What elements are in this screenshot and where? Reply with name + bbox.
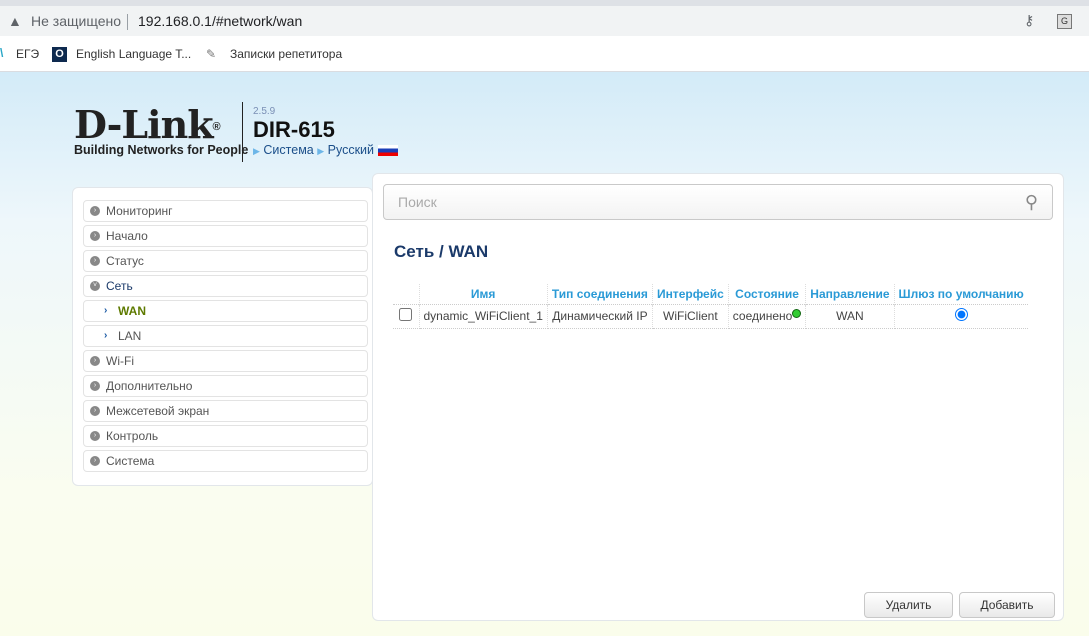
menu-system[interactable]: › Система [83, 450, 368, 472]
tagline: Building Networks for People [74, 143, 249, 157]
menu-start[interactable]: › Начало [83, 225, 368, 247]
system-link[interactable]: Система [263, 143, 313, 157]
cell-default-gateway [894, 303, 1028, 329]
column-header[interactable]: Имя [419, 284, 548, 304]
bookmark-ege[interactable]: ЕГЭ [16, 47, 39, 61]
arrow-icon: › [104, 305, 108, 316]
menu-wan[interactable]: › WAN [83, 300, 368, 322]
warning-icon[interactable]: ▲ [8, 13, 22, 29]
column-header[interactable]: Направление [805, 284, 895, 304]
default-gateway-radio[interactable] [954, 308, 968, 321]
chevron-right-icon: › [90, 356, 100, 366]
page-title: Сеть / WAN [394, 242, 489, 261]
key-icon[interactable]: ⚷ [1024, 12, 1034, 29]
pen-icon: ✎ [206, 47, 217, 61]
menu-label: Дополнительно [106, 379, 193, 393]
chevron-right-icon: › [90, 431, 100, 441]
dlink-logo[interactable]: D-Link® [74, 102, 221, 147]
menu-label: Контроль [106, 429, 159, 443]
russia-flag-icon[interactable] [377, 145, 398, 157]
menu-monitoring[interactable]: › Мониторинг [83, 200, 368, 222]
chevron-right-icon: › [90, 406, 100, 416]
cell-name[interactable]: dynamic_WiFiClient_1 [419, 303, 548, 329]
header-links: ▶ Система ▶ Русский [253, 143, 398, 157]
language-link[interactable]: Русский [328, 143, 374, 157]
menu-status[interactable]: › Статус [83, 250, 368, 272]
divider [127, 14, 128, 30]
select-column [393, 284, 420, 304]
column-header[interactable]: Состояние [728, 284, 807, 304]
chevron-down-icon: ˅ [90, 281, 100, 291]
menu-label: LAN [118, 329, 142, 343]
address-bar[interactable]: ▲ Не защищено 192.168.0.1/#network/wan ⚷… [0, 6, 1089, 36]
search-icon[interactable]: ⚲ [1025, 192, 1038, 213]
firmware-version: 2.5.9 [253, 106, 276, 117]
menu-firewall[interactable]: › Межсетевой экран [83, 400, 368, 422]
menu-label: Система [106, 454, 155, 468]
menu-wifi[interactable]: › Wi-Fi [83, 350, 368, 372]
row-checkbox[interactable] [399, 308, 413, 321]
menu-label: Межсетевой экран [106, 404, 210, 418]
menu-advanced[interactable]: › Дополнительно [83, 375, 368, 397]
bookmarks-bar: \ ЕГЭ O English Language T... ✎ Записки … [0, 36, 1089, 72]
translate-icon[interactable]: G [1057, 14, 1072, 29]
bookmark-notes[interactable]: Записки репетитора [230, 47, 342, 61]
status-dot-icon [792, 309, 802, 318]
brand-text: D-Link [74, 102, 214, 147]
row-select-cell [393, 303, 420, 329]
cell-direction: WAN [805, 303, 895, 329]
menu-label: Wi-Fi [106, 354, 134, 368]
chevron-right-icon: › [90, 206, 100, 216]
sidebar: › Мониторинг › Начало › Статус ˅ Сеть › WAN ›… [72, 187, 373, 486]
menu-lan[interactable]: › LAN [83, 325, 368, 347]
bookmark-icon: \ [0, 46, 4, 60]
menu-control[interactable]: › Контроль [83, 425, 368, 447]
chevron-right-icon: › [90, 456, 100, 466]
cell-interface: WiFiClient [652, 303, 729, 329]
menu-label: WAN [118, 304, 146, 318]
menu-label: Мониторинг [106, 204, 173, 218]
table-row[interactable]: dynamic_WiFiClient_1 Динамический IP WiF… [393, 303, 1028, 329]
column-header[interactable]: Интерфейс [652, 284, 729, 304]
menu-label: Статус [106, 254, 144, 268]
arrow-icon: › [104, 330, 108, 341]
cell-state: соединено [728, 303, 807, 329]
url-text[interactable]: 192.168.0.1/#network/wan [138, 13, 302, 29]
add-button[interactable]: Добавить [959, 592, 1055, 618]
menu-label: Сеть [106, 279, 133, 293]
column-header[interactable]: Шлюз по умолчанию [894, 284, 1028, 304]
menu-label: Начало [106, 229, 148, 243]
table-header: Имя Тип соединения Интерфейс Состояние Н… [393, 284, 1028, 304]
chevron-right-icon: › [90, 381, 100, 391]
cell-type: Динамический IP [547, 303, 653, 329]
divider [242, 102, 243, 162]
chevron-right-icon: › [90, 256, 100, 266]
chevron-right-icon: › [90, 231, 100, 241]
search-input[interactable] [384, 185, 984, 219]
oxford-icon: O [52, 47, 67, 62]
state-text: соединено [732, 309, 793, 323]
column-header[interactable]: Тип соединения [547, 284, 653, 304]
security-label[interactable]: Не защищено [31, 13, 121, 29]
model-name: DIR-615 [253, 117, 335, 142]
delete-button[interactable]: Удалить [864, 592, 953, 618]
main-panel: ⚲ Сеть / WAN Имя Тип соединения Интерфей… [372, 173, 1064, 621]
search-box: ⚲ [383, 184, 1053, 220]
bookmark-english[interactable]: English Language T... [76, 47, 191, 61]
menu-network[interactable]: ˅ Сеть [83, 275, 368, 297]
wan-table: Имя Тип соединения Интерфейс Состояние Н… [393, 284, 1028, 329]
